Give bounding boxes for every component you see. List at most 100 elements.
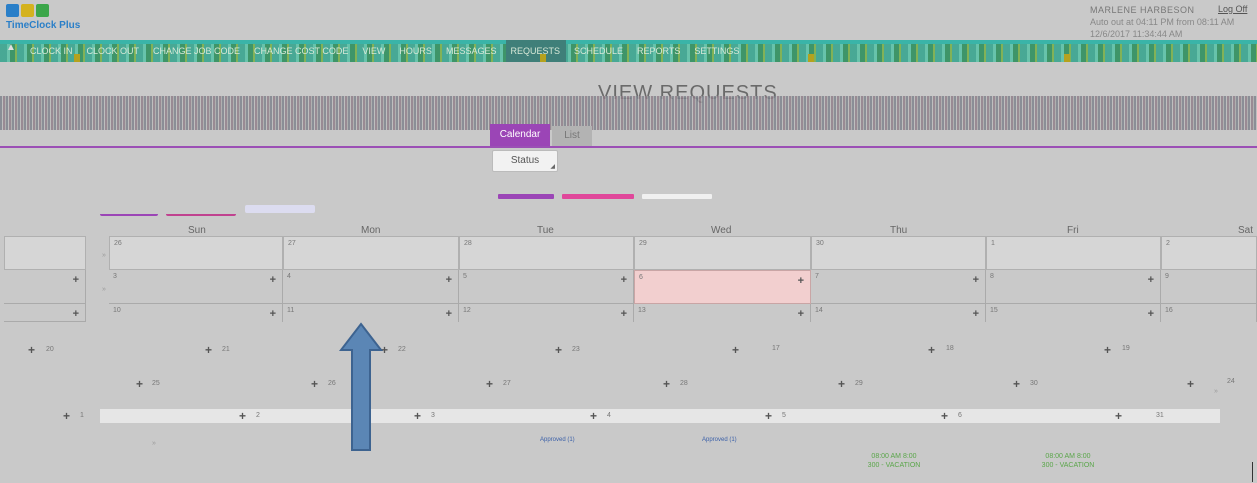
expand-icon[interactable]: » (102, 252, 106, 259)
approved-link[interactable]: Approved (1) (702, 437, 737, 443)
day-number: 30 (816, 240, 824, 247)
add-request-icon[interactable]: + (73, 308, 79, 320)
nav-settings[interactable]: SETTINGS (694, 46, 739, 56)
nav-requests[interactable]: REQUESTS (510, 46, 560, 56)
day-number: 27 (288, 240, 296, 247)
add-request-icon[interactable]: + (205, 343, 212, 357)
nav-change-job-code[interactable]: CHANGE JOB CODE (153, 46, 240, 56)
approved-link[interactable]: Approved (1) (540, 437, 575, 443)
day-cell[interactable]: 3 + (109, 270, 283, 304)
tab-calendar[interactable]: Calendar (490, 124, 550, 146)
day-cell-today[interactable]: 6 + (634, 270, 811, 304)
text-cursor (1252, 462, 1253, 482)
nav-top-stripe (0, 40, 1257, 44)
add-request-icon[interactable]: + (446, 308, 452, 320)
day-cell[interactable]: 9 (1161, 270, 1257, 304)
nav-clock-out[interactable]: CLOCK OUT (87, 46, 140, 56)
day-number: 31 (1156, 412, 1164, 419)
day-number: 20 (46, 346, 54, 353)
add-request-icon[interactable]: + (311, 377, 318, 391)
expand-icon[interactable]: » (1214, 388, 1218, 395)
add-request-icon[interactable]: + (1187, 377, 1194, 391)
day-header-tue: Tue (537, 225, 554, 236)
add-request-icon[interactable]: + (973, 308, 979, 320)
day-cell[interactable]: 16 (1161, 304, 1257, 322)
day-number: 8 (990, 273, 994, 280)
nav-change-cost-code[interactable]: CHANGE COST CODE (254, 46, 348, 56)
add-request-icon[interactable]: + (1115, 409, 1122, 423)
day-cell[interactable]: 12 + (459, 304, 634, 322)
add-request-icon[interactable]: + (136, 377, 143, 391)
add-request-icon[interactable]: + (1013, 377, 1020, 391)
expand-icon[interactable]: » (102, 286, 106, 293)
expand-icon[interactable]: » (152, 440, 156, 447)
add-request-icon[interactable]: + (798, 308, 804, 320)
day-cell[interactable]: 4 + (283, 270, 459, 304)
add-request-icon[interactable]: + (270, 308, 276, 320)
day-cell[interactable]: 8 + (986, 270, 1161, 304)
day-number: 11 (287, 307, 295, 314)
day-cell[interactable]: 7 + (811, 270, 986, 304)
nav-messages[interactable]: MESSAGES (446, 46, 497, 56)
add-request-icon[interactable]: + (1148, 308, 1154, 320)
logoff-link[interactable]: Log Off (1218, 4, 1247, 14)
add-request-icon[interactable]: + (838, 377, 845, 391)
day-cell[interactable]: 2 (1161, 236, 1257, 270)
tab-list[interactable]: List (552, 126, 592, 146)
vacation-event[interactable]: 08:00 AM 8:00 300 - VACATION (1030, 452, 1106, 470)
add-request-icon[interactable]: + (446, 274, 452, 286)
add-request-icon[interactable]: + (941, 409, 948, 423)
day-number: 27 (503, 380, 511, 387)
add-request-icon[interactable]: + (621, 274, 627, 286)
nav-schedule[interactable]: SCHEDULE (574, 46, 623, 56)
cancel-request-button[interactable] (562, 194, 634, 199)
day-cell[interactable]: 28 (459, 236, 634, 270)
nav-view[interactable]: VIEW (362, 46, 385, 56)
add-request-icon[interactable]: + (590, 409, 597, 423)
add-request-icon[interactable]: + (1104, 343, 1111, 357)
day-cell[interactable]: 10 + (109, 304, 283, 322)
nav-collapse-icon[interactable]: ▲ (6, 42, 16, 53)
event-code: 300 - VACATION (1041, 462, 1095, 469)
up-arrow-icon (339, 322, 383, 451)
add-request-icon[interactable]: + (270, 274, 276, 286)
add-request-icon[interactable]: + (239, 409, 246, 423)
nav-clock-in[interactable]: CLOCK IN (30, 46, 73, 56)
day-cell[interactable]: 14 + (811, 304, 986, 322)
day-cell[interactable]: 29 (634, 236, 811, 270)
day-cell[interactable]: 27 (283, 236, 459, 270)
new-request-button[interactable] (498, 194, 554, 199)
day-number: 4 (287, 273, 291, 280)
nav-marker (808, 54, 814, 62)
day-cell[interactable]: 30 (811, 236, 986, 270)
day-cell[interactable]: 15 + (986, 304, 1161, 322)
day-cell[interactable]: 26 (109, 236, 283, 270)
clear-button[interactable] (642, 194, 712, 199)
nav-items: CLOCK IN CLOCK OUT CHANGE JOB CODE CHANG… (30, 46, 739, 56)
add-request-icon[interactable]: + (28, 343, 35, 357)
add-request-icon[interactable]: + (63, 409, 70, 423)
add-request-icon[interactable]: + (765, 409, 772, 423)
day-number: 24 (1227, 378, 1235, 385)
add-request-icon[interactable]: + (928, 343, 935, 357)
add-request-icon[interactable]: + (486, 377, 493, 391)
vacation-event[interactable]: 08:00 AM 8:00 300 - VACATION (856, 452, 932, 470)
add-request-icon[interactable]: + (663, 377, 670, 391)
add-request-icon[interactable]: + (1148, 274, 1154, 286)
nav-reports[interactable]: REPORTS (637, 46, 680, 56)
status-dropdown[interactable]: Status ◢ (492, 150, 558, 172)
day-cell[interactable]: 1 (986, 236, 1161, 270)
add-request-icon[interactable]: + (973, 274, 979, 286)
add-request-icon[interactable]: + (414, 409, 421, 423)
add-request-icon[interactable]: + (73, 274, 79, 286)
user-name: MARLENE HARBESON (1090, 5, 1195, 15)
add-request-icon[interactable]: + (732, 343, 739, 357)
add-request-icon[interactable]: + (555, 343, 562, 357)
day-cell[interactable]: 5 + (459, 270, 634, 304)
add-request-icon[interactable]: + (798, 275, 804, 287)
nav-hours[interactable]: HOURS (399, 46, 432, 56)
day-cell[interactable]: 13 + (634, 304, 811, 322)
day-cell[interactable]: 11 + (283, 304, 459, 322)
add-request-icon[interactable]: + (621, 308, 627, 320)
nav-marker (1064, 54, 1070, 62)
